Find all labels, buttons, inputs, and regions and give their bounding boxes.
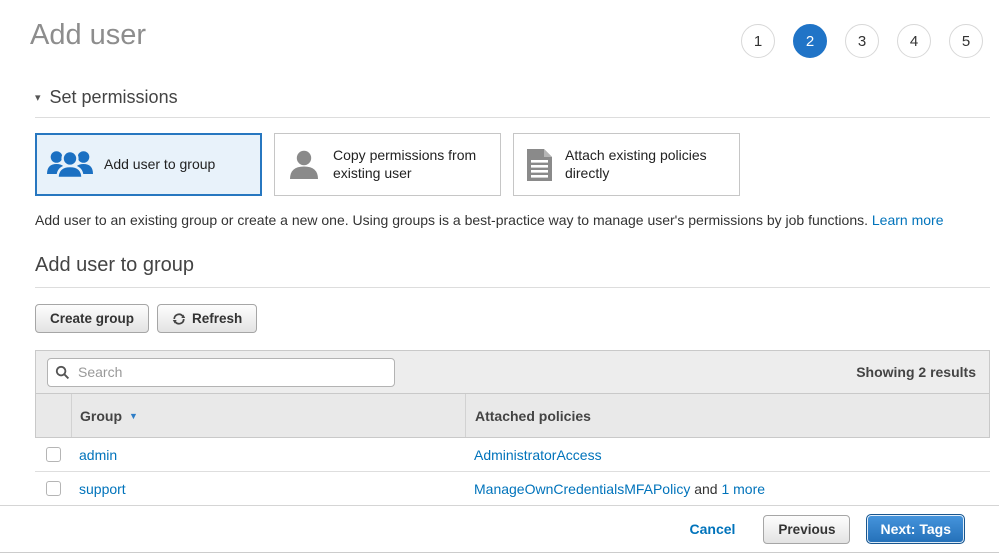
sort-desc-icon: ▼: [129, 411, 138, 421]
card-label: Copy permissions from existing user: [333, 147, 489, 182]
card-add-user-to-group[interactable]: Add user to group: [35, 133, 262, 196]
section-title: Set permissions: [50, 87, 178, 108]
card-attach-policies[interactable]: Attach existing policies directly: [513, 133, 740, 196]
groups-table: Showing 2 results Group ▼ Attached polic…: [35, 350, 990, 506]
search-box: [47, 358, 395, 387]
table-body: admin AdministratorAccess support Manage…: [35, 438, 990, 506]
step-5[interactable]: 5: [949, 24, 983, 58]
row-checkbox-admin[interactable]: [46, 447, 61, 462]
cancel-link[interactable]: Cancel: [690, 521, 736, 537]
next-tags-button[interactable]: Next: Tags: [866, 514, 965, 544]
refresh-icon: [172, 312, 186, 326]
previous-button[interactable]: Previous: [763, 515, 850, 544]
card-copy-permissions[interactable]: Copy permissions from existing user: [274, 133, 501, 196]
group-icon: [47, 148, 93, 181]
group-link-support[interactable]: support: [79, 481, 126, 497]
user-icon: [286, 148, 322, 182]
main-content: ▾ Set permissions Add user to group: [0, 87, 999, 506]
permission-option-cards: Add user to group Copy permissions from …: [35, 133, 990, 196]
table-actions: Create group Refresh: [35, 304, 990, 333]
select-all-column: [36, 394, 72, 437]
policy-more-link[interactable]: 1 more: [721, 481, 765, 497]
wizard-footer: Cancel Previous Next: Tags: [0, 505, 999, 553]
document-icon: [525, 148, 554, 182]
refresh-button[interactable]: Refresh: [157, 304, 257, 333]
collapse-arrow-icon: ▾: [35, 91, 41, 104]
learn-more-link[interactable]: Learn more: [872, 212, 944, 228]
table-header-row: Group ▼ Attached policies: [35, 394, 990, 438]
step-4[interactable]: 4: [897, 24, 931, 58]
step-2-active[interactable]: 2: [793, 24, 827, 58]
results-count: Showing 2 results: [856, 364, 978, 380]
row-checkbox-support[interactable]: [46, 481, 61, 496]
policy-link[interactable]: ManageOwnCredentialsMFAPolicy: [474, 481, 690, 497]
search-input[interactable]: [47, 358, 395, 387]
table-row-admin: admin AdministratorAccess: [35, 438, 990, 472]
table-toolbar: Showing 2 results: [35, 350, 990, 394]
add-user-to-group-title: Add user to group: [35, 254, 990, 288]
step-1[interactable]: 1: [741, 24, 775, 58]
policy-link[interactable]: AdministratorAccess: [474, 447, 602, 463]
policy-separator: and: [690, 481, 721, 497]
page-header: Add user 1 2 3 4 5: [0, 0, 999, 58]
page-title: Add user: [30, 20, 146, 52]
section-description: Add user to an existing group or create …: [35, 212, 990, 228]
wizard-steps: 1 2 3 4 5: [741, 24, 983, 58]
description-text: Add user to an existing group or create …: [35, 212, 872, 228]
column-header-attached-policies: Attached policies: [466, 394, 989, 437]
search-icon: [55, 365, 70, 380]
card-label: Attach existing policies directly: [565, 147, 728, 182]
set-permissions-section-header[interactable]: ▾ Set permissions: [35, 87, 990, 118]
group-link-admin[interactable]: admin: [79, 447, 117, 463]
column-header-group[interactable]: Group ▼: [72, 394, 466, 437]
create-group-button[interactable]: Create group: [35, 304, 149, 333]
table-row-support: support ManageOwnCredentialsMFAPolicy an…: [35, 472, 990, 506]
step-3[interactable]: 3: [845, 24, 879, 58]
card-label: Add user to group: [104, 156, 215, 174]
